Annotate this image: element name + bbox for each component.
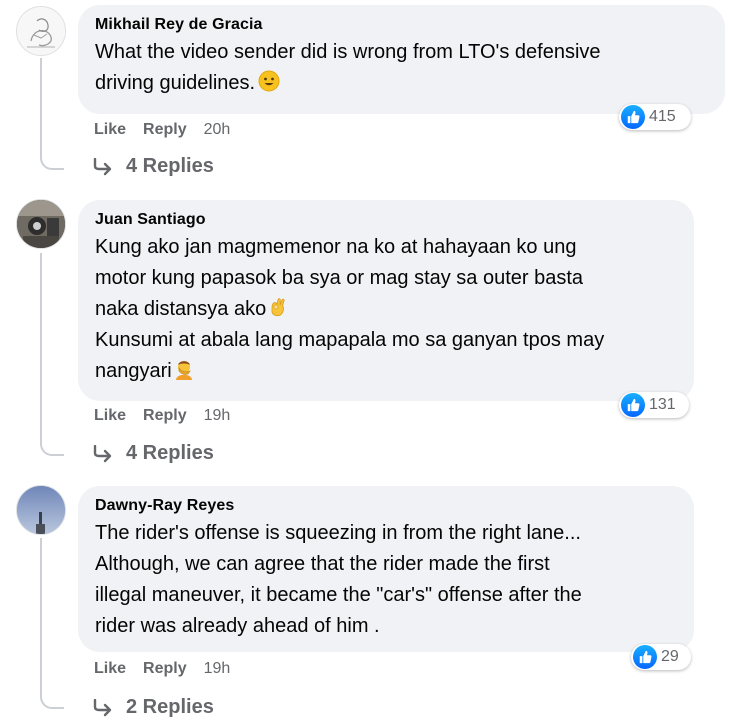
thread-connector bbox=[40, 436, 64, 456]
replies-count-label: 4 Replies bbox=[126, 155, 214, 177]
comment-actions: Like Reply 20h bbox=[94, 121, 230, 139]
thread-line bbox=[40, 58, 42, 153]
thread-connector bbox=[40, 689, 64, 709]
reaction-summary[interactable]: 29 bbox=[631, 644, 691, 670]
like-button[interactable]: Like bbox=[94, 660, 126, 678]
comment-text: The rider's offense is squeezing in from… bbox=[95, 522, 582, 637]
avatar[interactable] bbox=[16, 199, 66, 249]
person-facepalming-icon bbox=[175, 361, 192, 380]
replies-count-label: 2 Replies bbox=[126, 696, 214, 718]
view-replies-button[interactable]: 2 Replies bbox=[92, 696, 214, 719]
like-button[interactable]: Like bbox=[94, 121, 126, 139]
ok-hand-icon bbox=[271, 298, 285, 317]
comment-bubble: Dawny-Ray Reyes The rider's offense is s… bbox=[78, 486, 694, 652]
reaction-summary[interactable]: 131 bbox=[619, 392, 689, 418]
reaction-summary[interactable]: 415 bbox=[619, 104, 691, 130]
reaction-count: 29 bbox=[661, 648, 679, 665]
sketch-avatar-image bbox=[17, 7, 65, 55]
avatar[interactable] bbox=[16, 485, 66, 535]
comment-text: What the video sender did is wrong from … bbox=[95, 41, 601, 94]
thread-line bbox=[40, 538, 42, 692]
smiling-face-icon bbox=[258, 70, 280, 92]
photo-avatar-image bbox=[17, 200, 65, 248]
comment-bubble: Juan Santiago Kung ako jan magmemenor na… bbox=[78, 200, 694, 401]
comment-author[interactable]: Dawny-Ray Reyes bbox=[95, 496, 678, 516]
replies-count-label: 4 Replies bbox=[126, 442, 214, 464]
reaction-count: 415 bbox=[649, 108, 676, 125]
comment-timestamp[interactable]: 20h bbox=[204, 121, 231, 139]
like-reaction-icon bbox=[621, 105, 645, 129]
photo-avatar-image bbox=[17, 486, 65, 534]
comment-actions: Like Reply 19h bbox=[94, 660, 230, 678]
like-reaction-icon bbox=[621, 393, 645, 417]
like-button[interactable]: Like bbox=[94, 407, 126, 425]
comment-timestamp[interactable]: 19h bbox=[204, 407, 231, 425]
comments-section: Mikhail Rey de Gracia What the video sen… bbox=[0, 0, 750, 721]
comment-author[interactable]: Juan Santiago bbox=[95, 210, 678, 230]
comment-text: Kung ako jan magmemenor na ko at hahayaa… bbox=[95, 236, 605, 382]
reply-button[interactable]: Reply bbox=[143, 660, 187, 678]
thread-connector bbox=[40, 150, 64, 170]
thread-line bbox=[40, 253, 42, 439]
like-reaction-icon bbox=[633, 645, 657, 669]
reaction-count: 131 bbox=[649, 396, 676, 413]
reply-arrow-icon bbox=[93, 157, 112, 175]
comment-bubble: Mikhail Rey de Gracia What the video sen… bbox=[78, 5, 725, 114]
reply-arrow-icon bbox=[93, 698, 112, 716]
comment-author[interactable]: Mikhail Rey de Gracia bbox=[95, 15, 709, 35]
view-replies-button[interactable]: 4 Replies bbox=[92, 442, 214, 465]
comment-actions: Like Reply 19h bbox=[94, 407, 230, 425]
view-replies-button[interactable]: 4 Replies bbox=[92, 155, 214, 178]
reply-button[interactable]: Reply bbox=[143, 407, 187, 425]
reply-arrow-icon bbox=[93, 444, 112, 462]
reply-button[interactable]: Reply bbox=[143, 121, 187, 139]
avatar[interactable] bbox=[16, 6, 66, 56]
comment-timestamp[interactable]: 19h bbox=[204, 660, 231, 678]
